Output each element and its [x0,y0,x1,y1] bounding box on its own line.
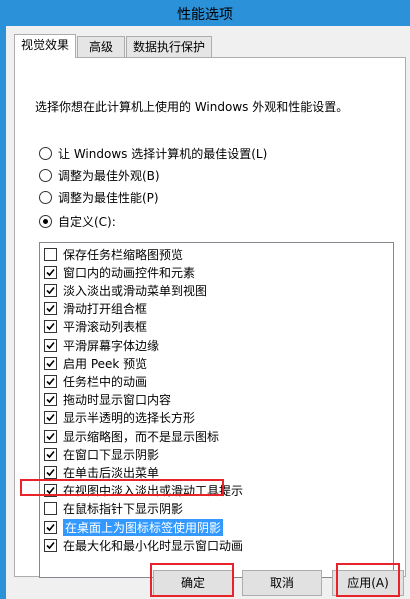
effect-item[interactable]: 在鼠标指针下显示阴影 [44,500,183,518]
checkbox-checked[interactable] [44,374,57,388]
effect-label: 显示缩略图，而不是显示图标 [63,429,220,444]
radio-best-appearance[interactable]: 调整为最佳外观(B) [39,166,160,184]
effect-item[interactable]: 淡入淡出或滑动菜单到视图 [44,281,207,299]
checkmark-icon [46,468,55,477]
radio-button[interactable] [39,168,52,182]
effect-label: 显示半透明的选择长方形 [63,411,196,426]
radio-custom[interactable]: 自定义(C): [39,212,116,230]
effect-label: 在桌面上为图标标签使用阴影 [63,518,224,536]
tab-visual-effects[interactable]: 视觉效果 [14,34,76,58]
effect-item[interactable]: 在最大化和最小化时显示窗口动画 [44,536,243,554]
tab-advanced[interactable]: 高级 [77,36,125,58]
effect-label: 在单击后淡出菜单 [63,465,160,480]
effect-label: 平滑滚动列表框 [63,320,148,335]
checkmark-icon [46,450,55,458]
checkbox-checked[interactable] [44,302,57,316]
effect-item[interactable]: 窗口内的动画控件和元素 [44,263,195,281]
radio-best-performance[interactable]: 调整为最佳性能(P) [39,188,159,206]
effect-item[interactable]: 在单击后淡出菜单 [44,463,159,481]
window-title: 性能选项 [177,7,233,23]
checkbox-checked[interactable] [44,411,57,425]
effect-label: 任务栏中的动画 [63,374,148,389]
checkbox-checked[interactable] [44,320,57,334]
radio-button-selected[interactable] [39,214,52,228]
checkmark-icon [46,323,55,331]
checkmark-icon [46,268,55,276]
effect-label: 在窗口下显示阴影 [63,447,160,462]
radio-label: 让 Windows 选择计算机的最佳设置(L) [58,146,268,161]
effect-label: 平滑屏幕字体边缘 [63,338,160,353]
effect-label: 在视图中淡入淡出或滑动工具提示 [63,484,244,499]
ok-button[interactable]: 确定 [153,570,233,596]
checkbox-checked[interactable] [44,429,57,443]
effect-item[interactable]: 显示半透明的选择长方形 [44,409,195,427]
checkmark-icon [46,432,55,440]
checkbox-checked[interactable] [44,356,57,370]
description-text: 选择你想在此计算机上使用的 Windows 外观和性能设置。 [35,100,349,114]
effect-item[interactable]: 任务栏中的动画 [44,372,147,390]
effect-label: 窗口内的动画控件和元素 [63,265,196,280]
checkbox-checked[interactable] [44,265,57,279]
effect-item[interactable]: 平滑滚动列表框 [44,318,147,336]
checkmark-icon [46,541,55,549]
checkmark-icon [46,396,55,404]
checkbox-checked[interactable] [44,520,57,534]
effect-item[interactable]: 拖动时显示窗口内容 [44,391,171,409]
effect-item[interactable]: 平滑屏幕字体边缘 [44,336,159,354]
checkbox-checked[interactable] [44,338,57,352]
radio-label: 调整为最佳性能(P) [58,190,159,205]
radio-label: 自定义(C): [58,214,116,229]
checkmark-icon [46,286,55,295]
effect-label: 保存任务栏缩略图预览 [63,247,184,262]
checkmark-icon [46,359,55,367]
effect-label: 启用 Peek 预览 [63,356,148,371]
dialog-body: 视觉效果 高级 数据执行保护 选择你想在此计算机上使用的 Windows 外观和… [6,26,410,599]
checkbox-checked[interactable] [44,393,57,407]
effect-label: 在最大化和最小化时显示窗口动画 [63,538,244,553]
effect-item[interactable]: 滑动打开组合框 [44,300,147,318]
checkbox-unchecked[interactable] [44,247,57,261]
checkbox-checked[interactable] [44,283,57,297]
checkmark-icon [46,341,55,349]
effects-listbox[interactable]: 保存任务栏缩略图预览 窗口内的动画控件和元素 淡入淡出或滑动菜单到视图 滑动打开组合框… [39,242,394,578]
tab-panel: 选择你想在此计算机上使用的 Windows 外观和性能设置。 让 Windows… [14,57,406,578]
effect-item[interactable]: 在窗口下显示阴影 [44,445,159,463]
checkbox-checked[interactable] [44,538,57,552]
effect-label: 淡入淡出或滑动菜单到视图 [63,283,208,298]
effect-item[interactable]: 显示缩略图，而不是显示图标 [44,427,219,445]
effect-item[interactable]: 启用 Peek 预览 [44,354,147,372]
effect-item[interactable]: 在桌面上为图标标签使用阴影 [44,518,224,536]
radio-button[interactable] [39,146,52,160]
checkmark-icon [46,305,55,313]
effect-item[interactable]: 保存任务栏缩略图预览 [44,245,183,263]
checkmark-icon [46,487,55,495]
checkmark-icon [46,523,55,531]
effect-label: 在鼠标指针下显示阴影 [63,502,184,517]
checkbox-checked[interactable] [44,484,57,498]
checkbox-unchecked[interactable] [44,502,57,516]
checkbox-checked[interactable] [44,447,57,461]
checkmark-icon [46,414,55,422]
effect-label: 拖动时显示窗口内容 [63,393,172,408]
tab-data-execution-prevention[interactable]: 数据执行保护 [126,36,212,58]
title-bar[interactable]: 性能选项 [0,0,410,26]
checkbox-checked[interactable] [44,465,57,479]
checkmark-icon [46,377,55,386]
radio-let-windows-choose[interactable]: 让 Windows 选择计算机的最佳设置(L) [39,144,267,162]
radio-button[interactable] [39,190,52,204]
apply-button[interactable]: 应用(A) [332,570,404,596]
effect-label: 滑动打开组合框 [63,302,148,317]
cancel-button[interactable]: 取消 [242,570,322,596]
effect-item[interactable]: 在视图中淡入淡出或滑动工具提示 [44,482,243,500]
radio-label: 调整为最佳外观(B) [58,168,160,183]
